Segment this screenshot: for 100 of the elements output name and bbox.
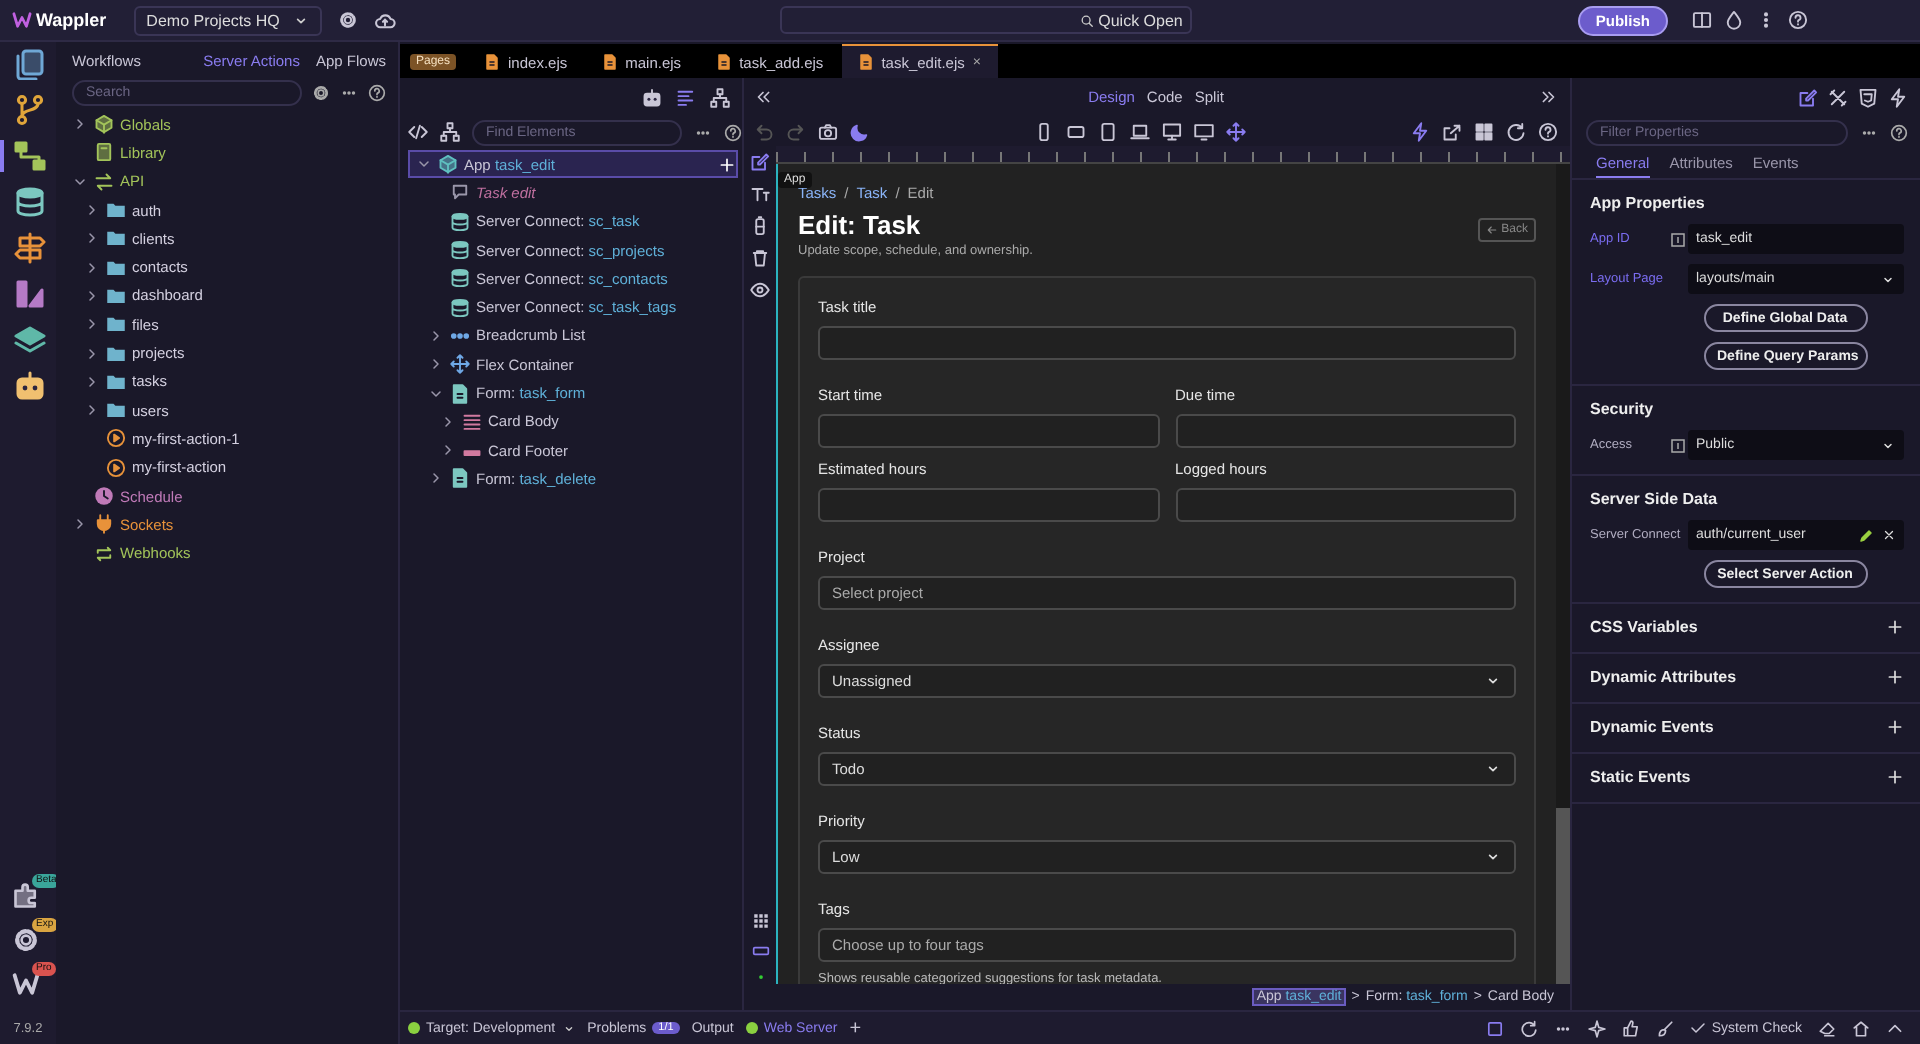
expand-chevron-icon[interactable] [84, 230, 100, 247]
expand-chevron-icon[interactable] [84, 402, 100, 419]
branch-icon [14, 94, 46, 126]
move-icon [450, 354, 470, 375]
sparkle-icon[interactable] [1587, 1019, 1606, 1037]
input-field[interactable] [818, 488, 1159, 522]
expand-chevron-icon[interactable] [84, 345, 100, 362]
expand-chevron-icon[interactable] [72, 116, 88, 133]
help-icon[interactable] [1787, 10, 1808, 30]
edit-icon[interactable] [750, 152, 770, 172]
monitor-icon[interactable] [1194, 121, 1214, 141]
section-title[interactable]: CSS Variables [1590, 618, 1698, 636]
logo-icon[interactable] [12, 970, 40, 998]
expand-chevron-icon[interactable] [428, 470, 444, 487]
phone-icon[interactable] [1034, 121, 1054, 141]
move-icon[interactable] [1226, 121, 1246, 141]
pencil-icon[interactable] [1858, 527, 1874, 543]
collapse-chevron-icon[interactable] [416, 156, 432, 173]
collapse-left-icon[interactable] [754, 88, 772, 106]
battery-icon[interactable] [750, 216, 770, 236]
collapse-right-icon[interactable] [1540, 88, 1559, 106]
status-dot-icon [408, 1022, 420, 1034]
input-field[interactable] [1175, 414, 1516, 448]
arrow-left-icon [1485, 224, 1498, 236]
refresh-icon[interactable] [1519, 1019, 1538, 1037]
robot-icon[interactable] [642, 87, 662, 107]
file-icon [715, 54, 732, 70]
bind-icon[interactable] [1670, 231, 1686, 247]
code-icon[interactable] [408, 122, 428, 142]
list-icon[interactable] [676, 87, 696, 107]
expand-chevron-icon[interactable] [440, 442, 456, 459]
settings-icon[interactable] [312, 84, 330, 102]
layout-icon[interactable] [1691, 10, 1712, 30]
expand-chevron-icon[interactable] [84, 259, 100, 276]
close-icon[interactable] [1882, 528, 1896, 542]
desktop-icon[interactable] [1162, 121, 1182, 141]
help-icon[interactable] [368, 84, 386, 102]
tablet-icon[interactable] [1098, 121, 1118, 141]
input-field[interactable] [818, 326, 1516, 360]
scrollbar[interactable] [1556, 164, 1570, 984]
help-icon[interactable] [724, 123, 742, 141]
structure-icon[interactable] [440, 122, 460, 142]
project-dropdown[interactable]: Demo Projects HQ [134, 5, 322, 35]
camera-icon[interactable] [818, 121, 838, 141]
expand-chevron-icon[interactable] [72, 516, 88, 533]
laptop-icon[interactable] [1130, 121, 1150, 141]
sitemap-icon[interactable] [710, 87, 730, 107]
eraser-icon[interactable] [1818, 1019, 1836, 1037]
bind-icon[interactable] [1670, 437, 1686, 453]
section-title[interactable]: Dynamic Events [1590, 718, 1714, 736]
help-icon[interactable] [1890, 123, 1908, 141]
square-icon[interactable] [1485, 1019, 1504, 1037]
collapse-chevron-icon[interactable] [428, 385, 444, 402]
eye-icon[interactable] [750, 280, 770, 300]
house-icon[interactable] [1852, 1019, 1870, 1037]
theme-icon[interactable] [1723, 10, 1744, 30]
add-icon[interactable] [718, 155, 736, 174]
add-button[interactable]: + [849, 1017, 862, 1039]
expand-chevron-icon[interactable] [84, 373, 100, 390]
expand-chevron-icon[interactable] [84, 316, 100, 333]
edit-icon[interactable] [1798, 87, 1818, 107]
tablet-landscape-icon[interactable] [1066, 121, 1086, 141]
expand-chevron-icon[interactable] [440, 413, 456, 430]
section-title[interactable]: Dynamic Attributes [1590, 668, 1737, 686]
expand-chevron-icon[interactable] [428, 327, 444, 344]
brush-icon[interactable] [1655, 1019, 1674, 1037]
input-field[interactable] [1175, 488, 1516, 522]
share-icon[interactable] [1442, 121, 1462, 141]
expand-icon[interactable] [1886, 768, 1904, 786]
frame-icon[interactable] [751, 942, 769, 960]
input-field[interactable] [818, 414, 1159, 448]
grid-icon[interactable] [1474, 121, 1494, 141]
db-icon [450, 211, 470, 232]
chevron-up-icon[interactable] [1886, 1019, 1904, 1037]
expand-chevron-icon[interactable] [428, 356, 444, 373]
expand-icon[interactable] [1886, 718, 1904, 736]
status-dot-icon [745, 1022, 758, 1034]
caret-icon [561, 1021, 576, 1035]
grid-icon[interactable] [751, 912, 769, 930]
section-title[interactable]: Static Events [1590, 768, 1691, 786]
quick-open-field[interactable]: Quick Open [780, 6, 1193, 34]
text-icon[interactable] [750, 184, 770, 204]
cloud-upload-icon[interactable] [373, 9, 396, 31]
css-icon[interactable] [1858, 87, 1878, 107]
expand-chevron-icon[interactable] [84, 287, 100, 304]
tools-icon[interactable] [1828, 87, 1848, 107]
expand-chevron-icon[interactable] [84, 202, 100, 219]
bolt-icon[interactable] [1410, 121, 1430, 141]
expand-icon[interactable] [1886, 618, 1904, 636]
thumbs-up-icon[interactable] [1621, 1019, 1640, 1037]
expand-icon[interactable] [1886, 668, 1904, 686]
puzzle-icon[interactable] [12, 882, 40, 910]
collapse-chevron-icon[interactable] [72, 173, 88, 190]
trash-icon[interactable] [750, 248, 770, 268]
refresh-icon[interactable] [1506, 121, 1526, 141]
bolt-icon[interactable] [1888, 87, 1908, 107]
help-icon[interactable] [1538, 121, 1558, 141]
gear-icon[interactable] [12, 926, 40, 954]
settings-icon[interactable] [337, 10, 358, 30]
moon-icon[interactable] [850, 121, 870, 141]
